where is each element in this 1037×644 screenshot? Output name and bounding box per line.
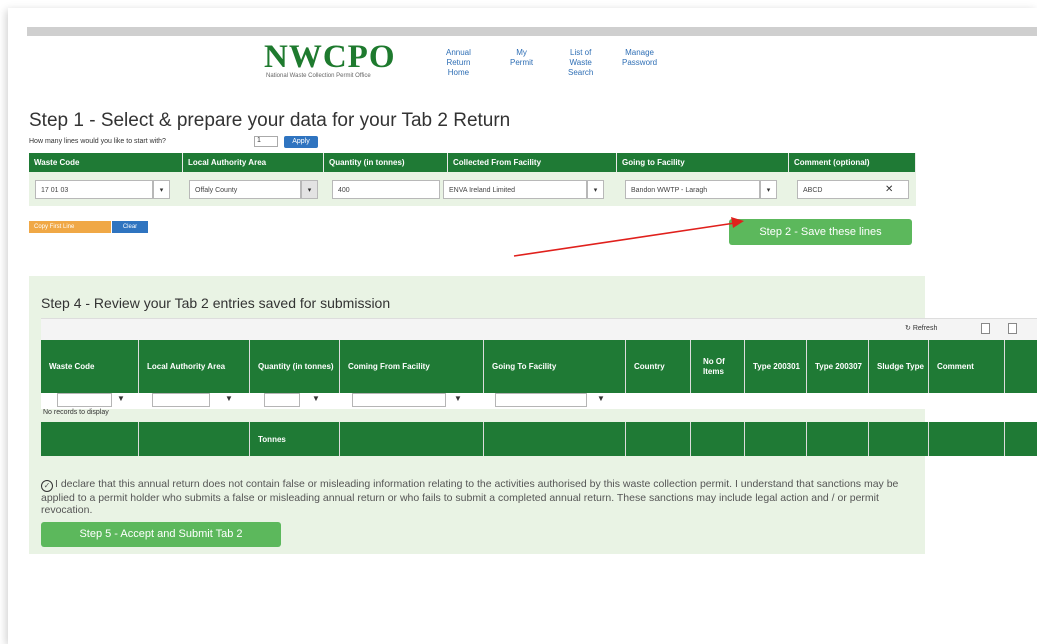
grid-col-no-of-items[interactable]: No Of Items xyxy=(691,340,745,393)
grid-col-country[interactable]: Country xyxy=(626,340,691,393)
filter-quantity[interactable] xyxy=(264,393,300,407)
grid-col-comment[interactable]: Comment xyxy=(929,340,1005,393)
grid-col-going-to[interactable]: Going To Facility xyxy=(484,340,626,393)
export-excel-icon[interactable] xyxy=(981,323,990,334)
grid-footer-cell xyxy=(139,422,250,456)
declaration-text: ✓ I declare that this annual return does … xyxy=(41,478,911,516)
grid-col-sludge-type[interactable]: Sludge Type xyxy=(869,340,929,393)
grid-footer-cell xyxy=(626,422,691,456)
refresh-icon: ↻ xyxy=(905,325,911,332)
check-circle-icon[interactable]: ✓ xyxy=(41,480,53,492)
filter-coming-from[interactable] xyxy=(352,393,446,407)
funnel-icon[interactable]: ▼ xyxy=(225,394,233,403)
funnel-icon[interactable]: ▼ xyxy=(597,394,605,403)
funnel-icon[interactable]: ▼ xyxy=(312,394,320,403)
grid-col-type-200301[interactable]: Type 200301 xyxy=(745,340,807,393)
grid-col-coming-from[interactable]: Coming From Facility xyxy=(340,340,484,393)
no-records-message: No records to display xyxy=(43,409,109,416)
grid-toolbar xyxy=(41,318,1037,341)
filter-going-to[interactable] xyxy=(495,393,587,407)
filter-waste-code[interactable] xyxy=(57,393,112,407)
grid-footer-cell xyxy=(745,422,807,456)
grid-footer-cell xyxy=(41,422,139,456)
step4-title: Step 4 - Review your Tab 2 entries saved… xyxy=(41,295,391,311)
step5-submit-button[interactable]: Step 5 - Accept and Submit Tab 2 xyxy=(41,522,281,547)
funnel-icon[interactable]: ▼ xyxy=(454,394,462,403)
grid-col-waste-code[interactable]: Waste Code xyxy=(41,340,139,393)
filter-local-authority[interactable] xyxy=(152,393,210,407)
grid-footer-cell xyxy=(484,422,626,456)
grid-footer-cell xyxy=(807,422,869,456)
grid-footer-cell xyxy=(929,422,1005,456)
refresh-label: Refresh xyxy=(912,325,938,332)
funnel-icon[interactable]: ▼ xyxy=(117,394,125,403)
grid-col-quantity[interactable]: Quantity (in tonnes) xyxy=(250,340,340,393)
declaration-body: I declare that this annual return does n… xyxy=(41,478,899,516)
grid-col-type-200307[interactable]: Type 200307 xyxy=(807,340,869,393)
grid-footer-cell xyxy=(869,422,929,456)
export-pdf-icon[interactable] xyxy=(1008,323,1017,334)
grid-footer-cell xyxy=(340,422,484,456)
refresh-button[interactable]: ↻ Refresh xyxy=(905,324,937,332)
grid-footer-cell xyxy=(691,422,745,456)
grid-col-local-authority[interactable]: Local Authority Area xyxy=(139,340,250,393)
grid-footer-cell xyxy=(1005,422,1037,456)
grid-footer-quantity: Tonnes xyxy=(250,422,340,456)
grid-col-extra xyxy=(1005,340,1037,393)
